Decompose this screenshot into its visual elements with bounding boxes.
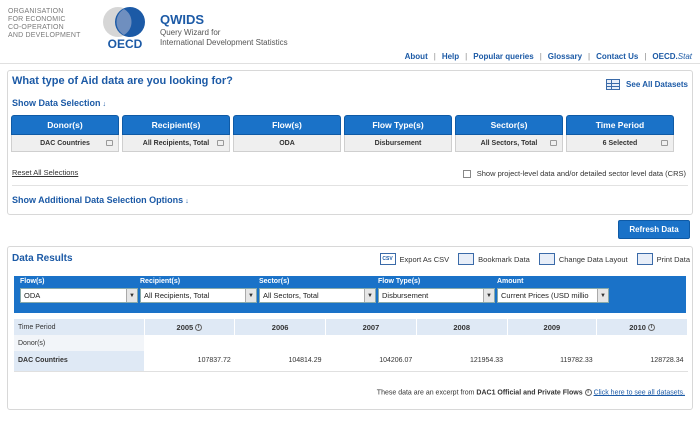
filter-recipient: Recipient(s) All Recipients, Total ▼ [140, 278, 257, 303]
tab-donor[interactable]: Donor(s) DAC Countries [11, 115, 119, 152]
app-title: QWIDS [160, 12, 205, 27]
filter-flow-type: Flow Type(s) Disbursement ▼ [378, 278, 495, 303]
copy-icon [550, 140, 557, 146]
nav-glossary-link[interactable]: Glossary [548, 52, 582, 61]
flow-type-select[interactable]: Disbursement ▼ [378, 288, 495, 303]
crs-checkbox[interactable] [462, 169, 471, 178]
copy-icon [661, 140, 668, 146]
bookmark-data-button[interactable]: Bookmark Data [458, 253, 530, 265]
results-title: Data Results [12, 253, 73, 264]
selection-tabs: Donor(s) DAC Countries Recipient(s) All … [11, 115, 674, 152]
data-cell: 128728.34 [596, 351, 688, 372]
nav-separator: | [465, 52, 468, 61]
info-icon: i [195, 324, 203, 332]
nav-popular-queries-link[interactable]: Popular queries [473, 52, 533, 61]
data-selection-panel: What type of Aid data are you looking fo… [7, 70, 693, 215]
csv-icon: CSV [379, 253, 396, 265]
data-cell: 119782.33 [507, 351, 597, 372]
time-period-row: Time Period 2005 i 2006 2007 2008 2009 20… [14, 319, 688, 335]
see-all-datasets-button[interactable]: See All Datasets [606, 79, 688, 90]
data-cell: 104814.29 [234, 351, 326, 372]
info-icon: i [584, 389, 592, 396]
results-table: Time Period 2005 i 2006 2007 2008 2009 20… [14, 319, 688, 372]
chevron-down-icon: ↓ [185, 198, 189, 205]
nav-separator: | [433, 52, 436, 61]
amount-select[interactable]: Current Prices (USD millio ▼ [497, 288, 609, 303]
copy-icon [217, 140, 224, 146]
chevron-down-icon: ▼ [126, 289, 137, 302]
reset-selections-link[interactable]: Reset All Selections [12, 168, 78, 177]
tab-sector[interactable]: Sector(s) All Sectors, Total [455, 115, 563, 152]
show-data-selection-toggle[interactable]: Show Data Selection ↓ [12, 98, 106, 108]
nav-help-link[interactable]: Help [442, 52, 459, 61]
oecd-logo: OECD [103, 7, 145, 50]
nav-separator: | [588, 52, 591, 61]
data-cell: 104206.07 [325, 351, 417, 372]
chevron-down-icon: ▼ [483, 289, 494, 302]
data-results-panel: Data Results CSV Export As CSV Bookmark … [7, 246, 693, 410]
change-layout-button[interactable]: Change Data Layout [538, 253, 628, 265]
year-header[interactable]: 2005 i [144, 319, 236, 335]
filter-amount: Amount Current Prices (USD millio ▼ [497, 278, 609, 303]
selection-question: What type of Aid data are you looking fo… [12, 75, 233, 87]
oecd-logo-text: OECD [108, 37, 143, 50]
tab-recipient[interactable]: Recipient(s) All Recipients, Total [122, 115, 230, 152]
year-header: 2007 [325, 319, 417, 335]
nav-contact-link[interactable]: Contact Us [596, 52, 638, 61]
year-header: 2006 [234, 319, 327, 335]
crs-option: Show project-level data and/or detailed … [462, 169, 686, 178]
show-additional-options-toggle[interactable]: Show Additional Data Selection Options ↓ [12, 195, 189, 205]
app-subtitle: Query Wizard for International Developme… [160, 28, 288, 47]
chevron-down-icon: ▼ [364, 289, 375, 302]
oecd-org-name: ORGANISATION FOR ECONOMIC CO-OPERATION A… [8, 8, 81, 39]
top-navigation: About | Help | Popular queries | Glossar… [405, 52, 692, 61]
layout-icon [538, 253, 555, 265]
export-csv-button[interactable]: CSV Export As CSV [379, 253, 449, 265]
filter-flow: Flow(s) ODA ▼ [20, 278, 138, 303]
tab-flow[interactable]: Flow(s) ODA [233, 115, 341, 152]
see-all-datasets-link[interactable]: Click here to see all datasets. [594, 389, 685, 396]
time-period-label: Time Period [14, 319, 145, 335]
data-cell: 121954.33 [416, 351, 508, 372]
recipient-select[interactable]: All Recipients, Total ▼ [140, 288, 257, 303]
chevron-down-icon: ▼ [597, 289, 608, 302]
donor-header-row: Donor(s) [14, 335, 688, 351]
tab-flow-type[interactable]: Flow Type(s) Disbursement [344, 115, 452, 152]
tab-time-period[interactable]: Time Period 6 Selected [566, 115, 674, 152]
filter-sector: Sector(s) All Sectors, Total ▼ [259, 278, 376, 303]
results-filter-bar: Flow(s) ODA ▼ Recipient(s) All Recipients… [14, 276, 686, 313]
nav-separator: | [644, 52, 647, 61]
donor-label: Donor(s) [14, 335, 144, 351]
chevron-down-icon: ▼ [245, 289, 256, 302]
row-label: DAC Countries [14, 351, 144, 372]
nav-about-link[interactable]: About [405, 52, 428, 61]
copy-icon [106, 140, 113, 146]
panel-divider [12, 185, 688, 186]
flow-select[interactable]: ODA ▼ [20, 288, 138, 303]
nav-oecd-stat-link[interactable]: OECD.Stat [652, 52, 692, 61]
header-divider [0, 63, 700, 64]
sector-select[interactable]: All Sectors, Total ▼ [259, 288, 376, 303]
chevron-down-icon: ↓ [102, 101, 107, 108]
data-cell: 107837.72 [144, 351, 235, 372]
table-row: DAC Countries 107837.72 104814.29 104206… [14, 351, 688, 372]
nav-separator: | [539, 52, 542, 61]
refresh-data-button[interactable]: Refresh Data [618, 220, 690, 239]
results-actions: CSV Export As CSV Bookmark Data Change D… [379, 253, 690, 265]
info-icon: i [647, 324, 655, 332]
datasets-grid-icon [606, 79, 621, 90]
year-header[interactable]: 2010 i [596, 319, 688, 335]
bookmark-icon [458, 253, 475, 265]
print-data-button[interactable]: Print Data [636, 253, 690, 265]
year-header: 2009 [507, 319, 598, 335]
dataset-source-note: These data are an excerpt from DAC1 Offi… [376, 389, 685, 397]
print-icon [636, 253, 653, 265]
year-header: 2008 [416, 319, 508, 335]
